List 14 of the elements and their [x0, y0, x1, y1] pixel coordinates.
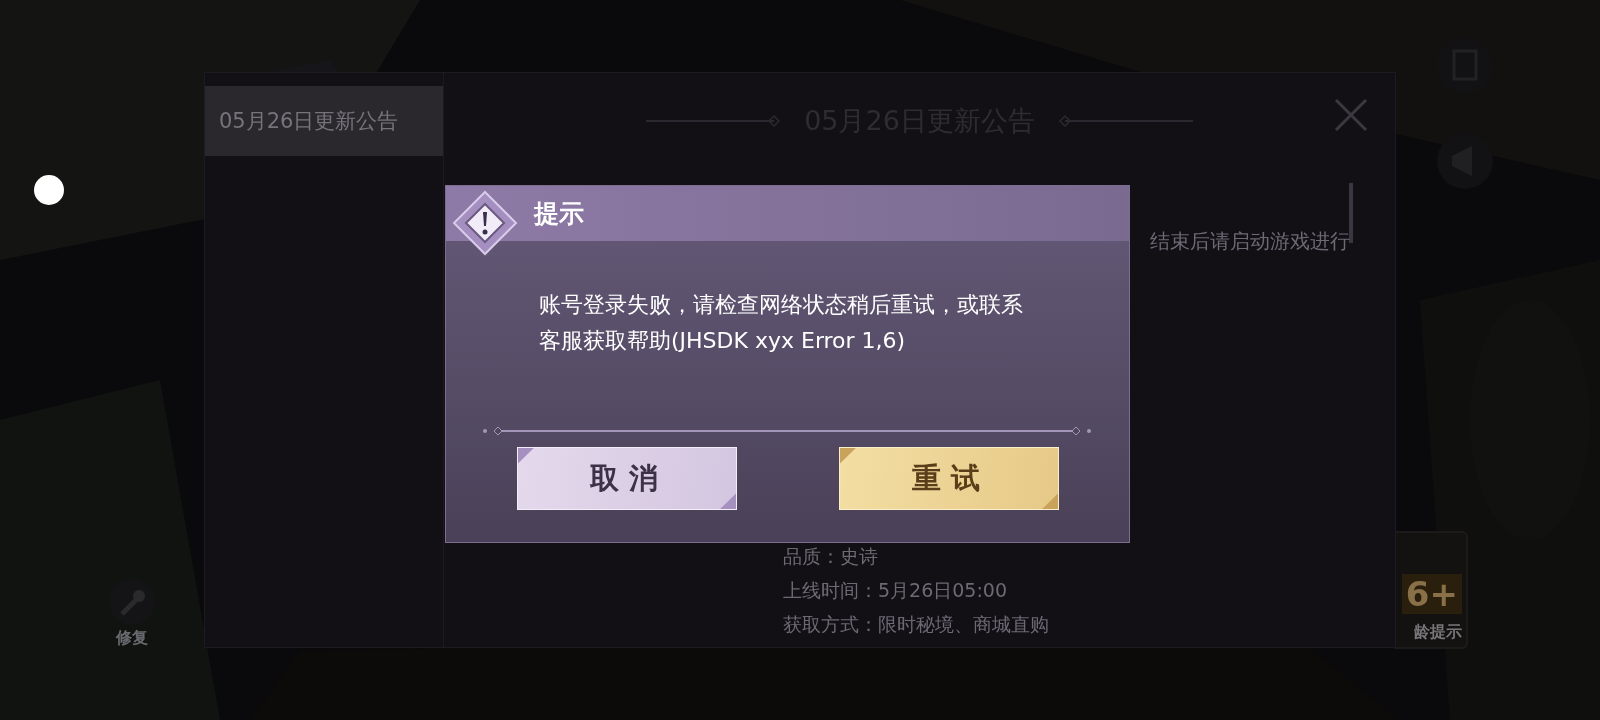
dialog-title: 提示	[534, 198, 584, 230]
scrollbar	[1349, 183, 1353, 243]
age-rating-label: 龄提示	[1414, 622, 1462, 643]
wrench-icon[interactable]	[108, 578, 156, 626]
cancel-button[interactable]: 取消	[517, 447, 737, 510]
notice-text: 品质：史诗	[783, 544, 879, 569]
age-rating: 6+	[1401, 574, 1462, 614]
notice-text: 上线时间：5月26日05:00	[783, 578, 1009, 603]
notice-text: 结束后请启动游戏进行	[1150, 228, 1350, 255]
close-icon[interactable]	[1333, 97, 1369, 133]
repair-label: 修复	[116, 628, 148, 649]
retry-button[interactable]: 重试	[839, 447, 1059, 510]
dialog-message: 账号登录失败，请检查网络状态稍后重试，或联系客服获取帮助(JHSDK xyx Error 1,6)	[539, 291, 1024, 355]
notice-text: 获取方式：限时秘境、商城直购	[783, 612, 1049, 637]
